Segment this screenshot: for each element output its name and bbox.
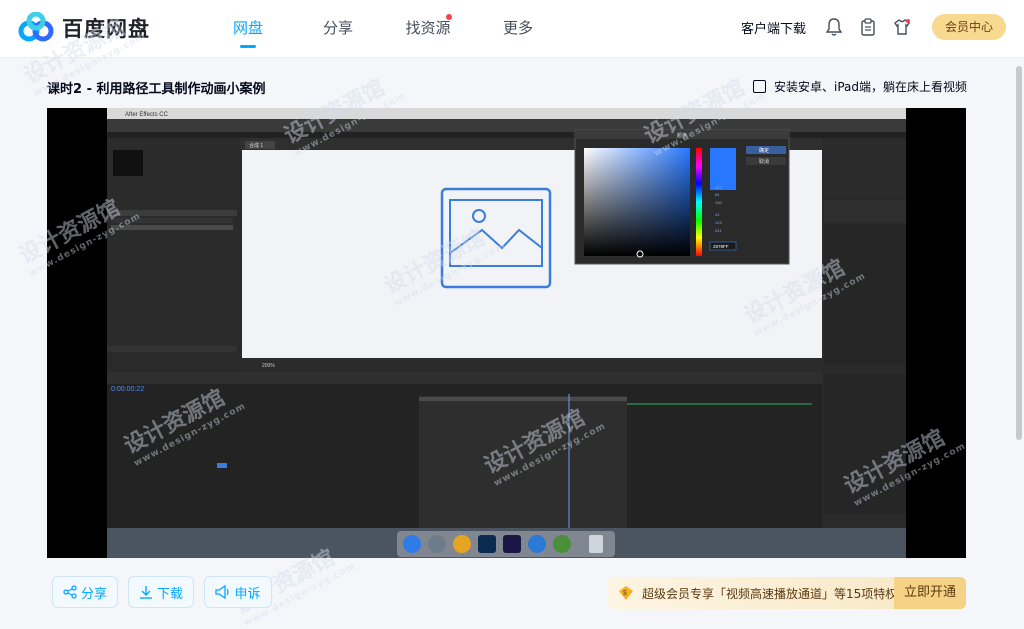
zoom-readout: 200% [262, 363, 275, 369]
open-vip-button[interactable]: 立即开通 [894, 577, 966, 609]
share-button[interactable]: 分享 [52, 576, 118, 608]
color-ok-button: 确定 [759, 147, 769, 154]
hue-value: 217 [715, 185, 722, 190]
svg-text:$: $ [623, 590, 627, 597]
lesson-title-row: 课时2 - 利用路径工具制作动画小案例 安装安卓、iPad端，躺在床上看视频 [47, 78, 967, 98]
video-player[interactable]: After Effects CC 合成 1 200% 颜色 确定 取消 217 … [47, 108, 966, 558]
download-label: 下载 [156, 586, 183, 602]
ae-app-title: After Effects CC [125, 112, 169, 118]
report-label: 申诉 [234, 586, 261, 602]
timeline-timecode: 0:00:00:22 [111, 386, 144, 393]
mobile-watch-label: 安装安卓、iPad端，躺在床上看视频 [773, 80, 967, 94]
sat-value: 84 [715, 192, 720, 197]
b-value: 241 [715, 228, 722, 233]
mobile-watch-option[interactable]: 安装安卓、iPad端，躺在床上看视频 [752, 78, 967, 95]
nav-item-resources-label: 找资源 [405, 19, 451, 37]
header-tools: 客户端下载 会员中心 [741, 14, 1006, 40]
color-cancel-button: 取消 [759, 158, 769, 165]
vip-center-button[interactable]: 会员中心 [932, 14, 1006, 40]
diamond-icon: $ [619, 586, 633, 600]
r-value: 41 [715, 212, 720, 217]
bell-icon[interactable] [824, 17, 844, 37]
top-bar: 百度网盘 网盘 分享 找资源 更多 客户端下载 会员中心 [0, 0, 1024, 58]
video-actions: 分享 下载 申诉 [52, 576, 282, 608]
client-download-link[interactable]: 客户端下载 [741, 18, 806, 37]
megaphone-icon [215, 585, 230, 599]
share-label: 分享 [80, 586, 107, 602]
video-frame: After Effects CC 合成 1 200% 颜色 确定 取消 217 … [107, 108, 906, 558]
nav-item-more[interactable]: 更多 [478, 0, 558, 58]
download-icon [139, 586, 152, 599]
clipboard-icon[interactable] [858, 17, 878, 37]
report-button[interactable]: 申诉 [204, 576, 272, 608]
main-nav: 网盘 分享 找资源 更多 [208, 0, 568, 58]
vip-promo-bar: $ 超级会员专享「视频高速播放通道」等15项特权 立即开通 [608, 577, 966, 609]
composition-tab: 合成 1 [249, 142, 263, 149]
nav-item-share[interactable]: 分享 [298, 0, 378, 58]
download-button[interactable]: 下载 [128, 576, 194, 608]
g-value: 123 [715, 220, 722, 225]
promo-text: 超级会员专享「视频高速播放通道」等15项特权 [642, 586, 898, 601]
page-scrollbar[interactable] [1016, 66, 1022, 440]
notification-dot [446, 14, 452, 20]
hex-value: 2878FF [713, 244, 729, 249]
nav-item-resources[interactable]: 找资源 [388, 0, 468, 58]
cloud-logo-icon [18, 11, 54, 44]
after-effects-screen: After Effects CC 合成 1 200% 颜色 确定 取消 217 … [107, 108, 906, 558]
share-icon [63, 585, 77, 599]
shirt-icon[interactable] [892, 17, 912, 37]
bri-value: 100 [715, 200, 722, 205]
nav-item-disk[interactable]: 网盘 [208, 0, 288, 58]
